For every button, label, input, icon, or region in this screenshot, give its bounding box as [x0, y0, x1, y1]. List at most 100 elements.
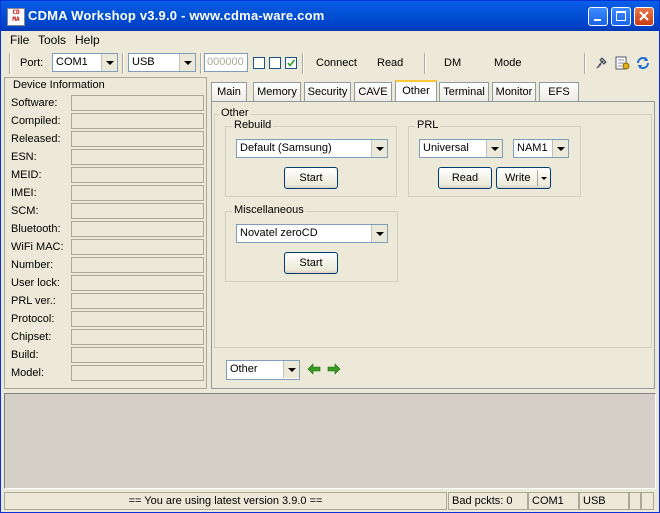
prl-type-select[interactable]: Universal: [419, 139, 503, 158]
other-group-title: Other: [219, 107, 251, 119]
field-label: Model:: [11, 367, 45, 379]
prl-write-label: Write: [505, 172, 531, 184]
field-value: [71, 113, 204, 129]
field-label: Released:: [11, 133, 61, 145]
status-indicator-1: [629, 492, 641, 510]
tab-security[interactable]: Security: [304, 82, 351, 101]
status-message: == You are using latest version 3.9.0 ==: [4, 492, 447, 510]
field-value: [71, 95, 204, 111]
tab-other[interactable]: Other: [395, 80, 437, 102]
maximize-button[interactable]: [611, 7, 631, 26]
field-value: [71, 311, 204, 327]
status-bad-packets: Bad pckts: 0: [448, 492, 528, 510]
prl-read-button[interactable]: Read: [438, 167, 492, 189]
prl-type-select-value: Universal: [423, 142, 469, 154]
field-label: Software:: [11, 97, 58, 109]
app-icon[interactable]: CD MA: [7, 8, 25, 26]
option-checkbox-1[interactable]: [253, 57, 265, 69]
menu-file[interactable]: File: [10, 33, 29, 47]
port-select-value: COM1: [56, 56, 88, 68]
field-value: [71, 239, 204, 255]
field-label: Protocol:: [11, 313, 55, 325]
option-checkbox-3[interactable]: [285, 57, 297, 69]
tab-strip: Main Memory Security CAVE Other Terminal…: [211, 80, 655, 102]
tab-memory[interactable]: Memory: [253, 82, 301, 101]
spc-input[interactable]: 000000: [204, 53, 248, 72]
prl-write-button[interactable]: Write: [496, 167, 551, 189]
main-window: CD MA CDMA Workshop v3.9.0 - www.cdma-war…: [0, 0, 660, 513]
mode-button[interactable]: Mode: [494, 57, 522, 69]
misc-start-button[interactable]: Start: [284, 252, 338, 274]
pin-icon[interactable]: [593, 55, 609, 74]
dm-button[interactable]: DM: [444, 57, 461, 69]
field-label: ESN:: [11, 151, 37, 163]
refresh-icon[interactable]: [635, 55, 651, 74]
field-value: [71, 185, 204, 201]
chevron-down-icon[interactable]: [283, 361, 299, 378]
chevron-down-icon[interactable]: [101, 54, 117, 71]
nav-select[interactable]: Other: [226, 360, 300, 380]
toolbar-separator: [122, 53, 124, 74]
rebuild-start-button[interactable]: Start: [284, 167, 338, 189]
arrow-right-icon[interactable]: [327, 363, 341, 378]
interface-select[interactable]: USB: [128, 53, 196, 72]
tab-main[interactable]: Main: [211, 82, 247, 101]
field-value: [71, 131, 204, 147]
device-info-title: Device Information: [13, 79, 105, 91]
prl-group: PRL Universal NAM1 Read Write: [408, 119, 581, 197]
other-group: Other Rebuild Default (Samsung) Start PR…: [214, 107, 652, 348]
field-label: SCM:: [11, 205, 39, 217]
option-checkbox-2[interactable]: [269, 57, 281, 69]
tab-terminal[interactable]: Terminal: [439, 82, 489, 101]
status-bar: == You are using latest version 3.9.0 ==…: [4, 491, 656, 511]
rebuild-group: Rebuild Default (Samsung) Start: [225, 119, 397, 197]
field-value: [71, 365, 204, 381]
chevron-down-icon[interactable]: [371, 225, 387, 242]
menu-bar: File Tools Help: [2, 31, 658, 50]
status-indicator-2: [641, 492, 654, 510]
field-label: Bluetooth:: [11, 223, 61, 235]
tab-efs[interactable]: EFS: [539, 82, 579, 101]
chevron-down-icon[interactable]: [179, 54, 195, 71]
nam-select[interactable]: NAM1: [513, 139, 569, 158]
status-interface: USB: [579, 492, 629, 510]
toolbar-grip: [9, 53, 11, 74]
toolbar-separator: [584, 53, 586, 74]
misc-select[interactable]: Novatel zeroCD: [236, 224, 388, 243]
field-value: [71, 275, 204, 291]
arrow-left-icon[interactable]: [307, 363, 321, 378]
field-label: Compiled:: [11, 115, 61, 127]
chevron-down-icon[interactable]: [537, 170, 550, 186]
status-port: COM1: [528, 492, 579, 510]
toolbar-separator: [200, 53, 202, 74]
chevron-down-icon[interactable]: [552, 140, 568, 157]
interface-select-value: USB: [132, 56, 155, 68]
close-button[interactable]: [634, 7, 654, 26]
connect-button[interactable]: Connect: [316, 57, 357, 69]
rebuild-select[interactable]: Default (Samsung): [236, 139, 388, 158]
chevron-down-icon[interactable]: [371, 140, 387, 157]
menu-help[interactable]: Help: [75, 33, 100, 47]
nam-select-value: NAM1: [517, 142, 548, 154]
tab-monitor[interactable]: Monitor: [492, 82, 536, 101]
title-bar[interactable]: CD MA CDMA Workshop v3.9.0 - www.cdma-war…: [1, 1, 659, 31]
window-title: CDMA Workshop v3.9.0 - www.cdma-ware.com: [28, 8, 325, 23]
prl-group-title: PRL: [415, 119, 441, 131]
field-label: User lock:: [11, 277, 60, 289]
tab-content-other: Other Rebuild Default (Samsung) Start PR…: [211, 101, 655, 389]
menu-tools[interactable]: Tools: [38, 33, 66, 47]
field-label: PRL ver.:: [11, 295, 56, 307]
toolbar-separator: [302, 53, 304, 74]
port-select[interactable]: COM1: [52, 53, 118, 72]
read-button[interactable]: Read: [377, 57, 403, 69]
minimize-button[interactable]: [588, 7, 608, 26]
chevron-down-icon[interactable]: [486, 140, 502, 157]
log-area[interactable]: [4, 393, 656, 489]
field-label: Number:: [11, 259, 54, 271]
toolbar-separator: [424, 53, 426, 74]
settings-icon[interactable]: [614, 55, 630, 74]
tab-cave[interactable]: CAVE: [354, 82, 392, 101]
device-info-panel: Device Information Software: Compiled: R…: [4, 77, 207, 389]
rebuild-group-title: Rebuild: [232, 119, 274, 131]
field-value: [71, 329, 204, 345]
